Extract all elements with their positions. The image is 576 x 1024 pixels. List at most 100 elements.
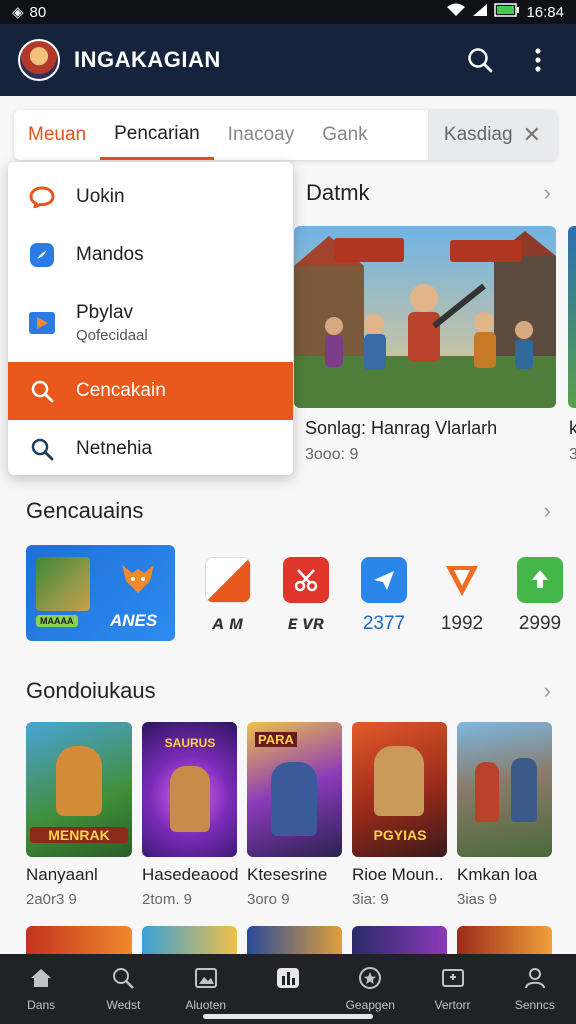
chat-bubble-icon [28,183,56,211]
search-icon [468,48,493,73]
tab-meuan[interactable]: Meuan [14,110,100,160]
menu-item-netnehia[interactable]: Netnehia [8,420,293,475]
tab-inacoay[interactable]: Inacoay [214,110,309,160]
featured-section-header[interactable]: Datmk › [306,180,551,206]
compass-icon [28,241,56,269]
tab-gank[interactable]: Gank [308,110,381,160]
featured-game-meta: 3ooo: 9 [305,446,359,463]
game-card[interactable]: PARA Ktesesrine 3oro 9 [247,722,342,908]
menu-item-pbylav[interactable]: Pbylav Qofecidaal [8,284,293,362]
category-item[interactable]: 1992 [423,545,501,635]
arrow-shield-icon [439,557,485,603]
game-cover [457,722,552,857]
game-card[interactable]: PGYIAS Rioe Moun.. 3ia: 9 [352,722,447,908]
game-cover: PGYIAS [352,722,447,857]
nav-label: Senncs [514,998,555,1012]
star-circle-icon [356,964,384,992]
nav-item-dans[interactable]: Dans [1,964,81,1012]
game-meta: 3ia: 9 [352,891,389,908]
category-item[interactable]: 2999 [501,545,576,635]
chevron-right-icon: › [543,498,551,523]
nav-item-aluoten[interactable]: Aluoten [166,964,246,1012]
featured-game-title[interactable]: Sonlag: Hanrag Vlarlarh [305,418,497,439]
app-screen: ◈ 80 16:84 INGAKAGIAN Meuan Pencarian In… [0,0,576,1024]
signal-icon [472,3,488,21]
game-cover-peek[interactable] [457,926,552,956]
game-cover: MENRAK [26,722,132,857]
game-title: Nanyaanl [26,865,98,884]
user-icon [521,964,549,992]
category-banner[interactable]: MAAAA ANES [26,545,175,641]
category-label: 2999 [518,613,562,634]
category-banner-sign: MAAAA [36,615,78,627]
game-cover-text: SAURUS [164,736,216,750]
game-title: Kmkan loa [457,865,538,884]
category-item[interactable]: 2377 [345,545,423,635]
paper-plane-icon [361,557,407,603]
chart-icon [274,964,302,992]
menu-item-sublabel: Qofecidaal [76,327,148,344]
avatar[interactable] [18,39,60,81]
next-featured-meta: 3 [569,446,576,463]
play-icon [28,309,56,337]
tab-kasdiag[interactable]: Kasdiag ✕ [427,110,557,160]
menu-item-label: Netnehia [76,438,153,459]
menu-item-uokin[interactable]: Uokin [8,168,293,226]
category-label: 1992 [440,613,484,634]
next-featured-image[interactable] [568,226,576,408]
game-meta: 3ias 9 [457,891,498,908]
game-card[interactable]: Kmkan loa 3ias 9 [457,722,552,908]
nav-label: Vertorr [434,998,471,1012]
game-cover-peek[interactable] [26,926,132,956]
home-indicator[interactable] [203,1014,373,1019]
home-icon [27,964,55,992]
menu-item-mandos[interactable]: Mandos [8,226,293,284]
nav-item-wedst[interactable]: Wedst [83,964,163,1012]
game-cover-peek[interactable] [247,926,342,956]
more-button[interactable] [518,40,558,80]
menu-item-label: Pbylav [76,302,134,323]
game-cover-peek[interactable] [352,926,447,956]
fox-icon [122,565,154,593]
app-bar: INGAKAGIAN [0,24,576,96]
wifi-icon [446,3,466,21]
search-icon [28,377,56,405]
close-icon[interactable]: ✕ [523,122,541,148]
nav-item-geapgen[interactable]: Geapgen [330,964,410,1012]
nav-item-vertorr[interactable]: Vertorr [413,964,493,1012]
next-featured-title[interactable]: k [569,418,576,439]
upload-icon [517,557,563,603]
category-item[interactable]: ᴇ ᴠʀ [267,545,345,635]
more-games-row [26,926,552,956]
tab-pencarian[interactable]: Pencarian [100,110,214,160]
chevron-right-icon: › [543,180,551,205]
search-icon [28,435,56,463]
game-cover-text: PARA [255,732,297,747]
categories-section-header[interactable]: Gencauains › [26,498,551,524]
game-card[interactable]: SAURUS Hasedeaood 2tom. 9 [142,722,238,908]
game-cover-peek[interactable] [142,926,237,956]
tab-kasdiag-label: Kasdiag [443,124,513,145]
category-item[interactable]: ᴀ ᴍ [189,545,267,635]
game-meta: 2tom. 9 [142,891,193,908]
dropdown-menu: Uokin Mandos Pbylav Qofecidaal Cencakain [8,162,293,475]
featured-game-image[interactable] [294,226,556,408]
battery-icon [494,3,520,21]
scissors-icon [283,557,329,603]
game-cover: PARA [247,722,342,857]
game-meta: 2a0r3 9 [26,891,77,908]
search-icon [109,964,137,992]
nav-label: Geapgen [345,998,395,1012]
game-cover-text: PGYIAS [373,827,427,843]
image-icon [192,964,220,992]
menu-item-cencakain[interactable]: Cencakain [8,362,293,420]
category-label: 2377 [362,613,406,634]
game-card[interactable]: MENRAK Nanyaanl 2a0r3 9 [26,722,132,908]
category-label: ᴇ ᴠʀ [287,613,325,634]
search-button[interactable] [460,40,500,80]
nav-item-chart[interactable] [248,964,328,998]
nav-item-senncs[interactable]: Senncs [495,964,575,1012]
mail-icon [439,964,467,992]
games-section-header[interactable]: Gondoiukaus › [26,678,551,704]
app-title: INGAKAGIAN [74,47,221,72]
